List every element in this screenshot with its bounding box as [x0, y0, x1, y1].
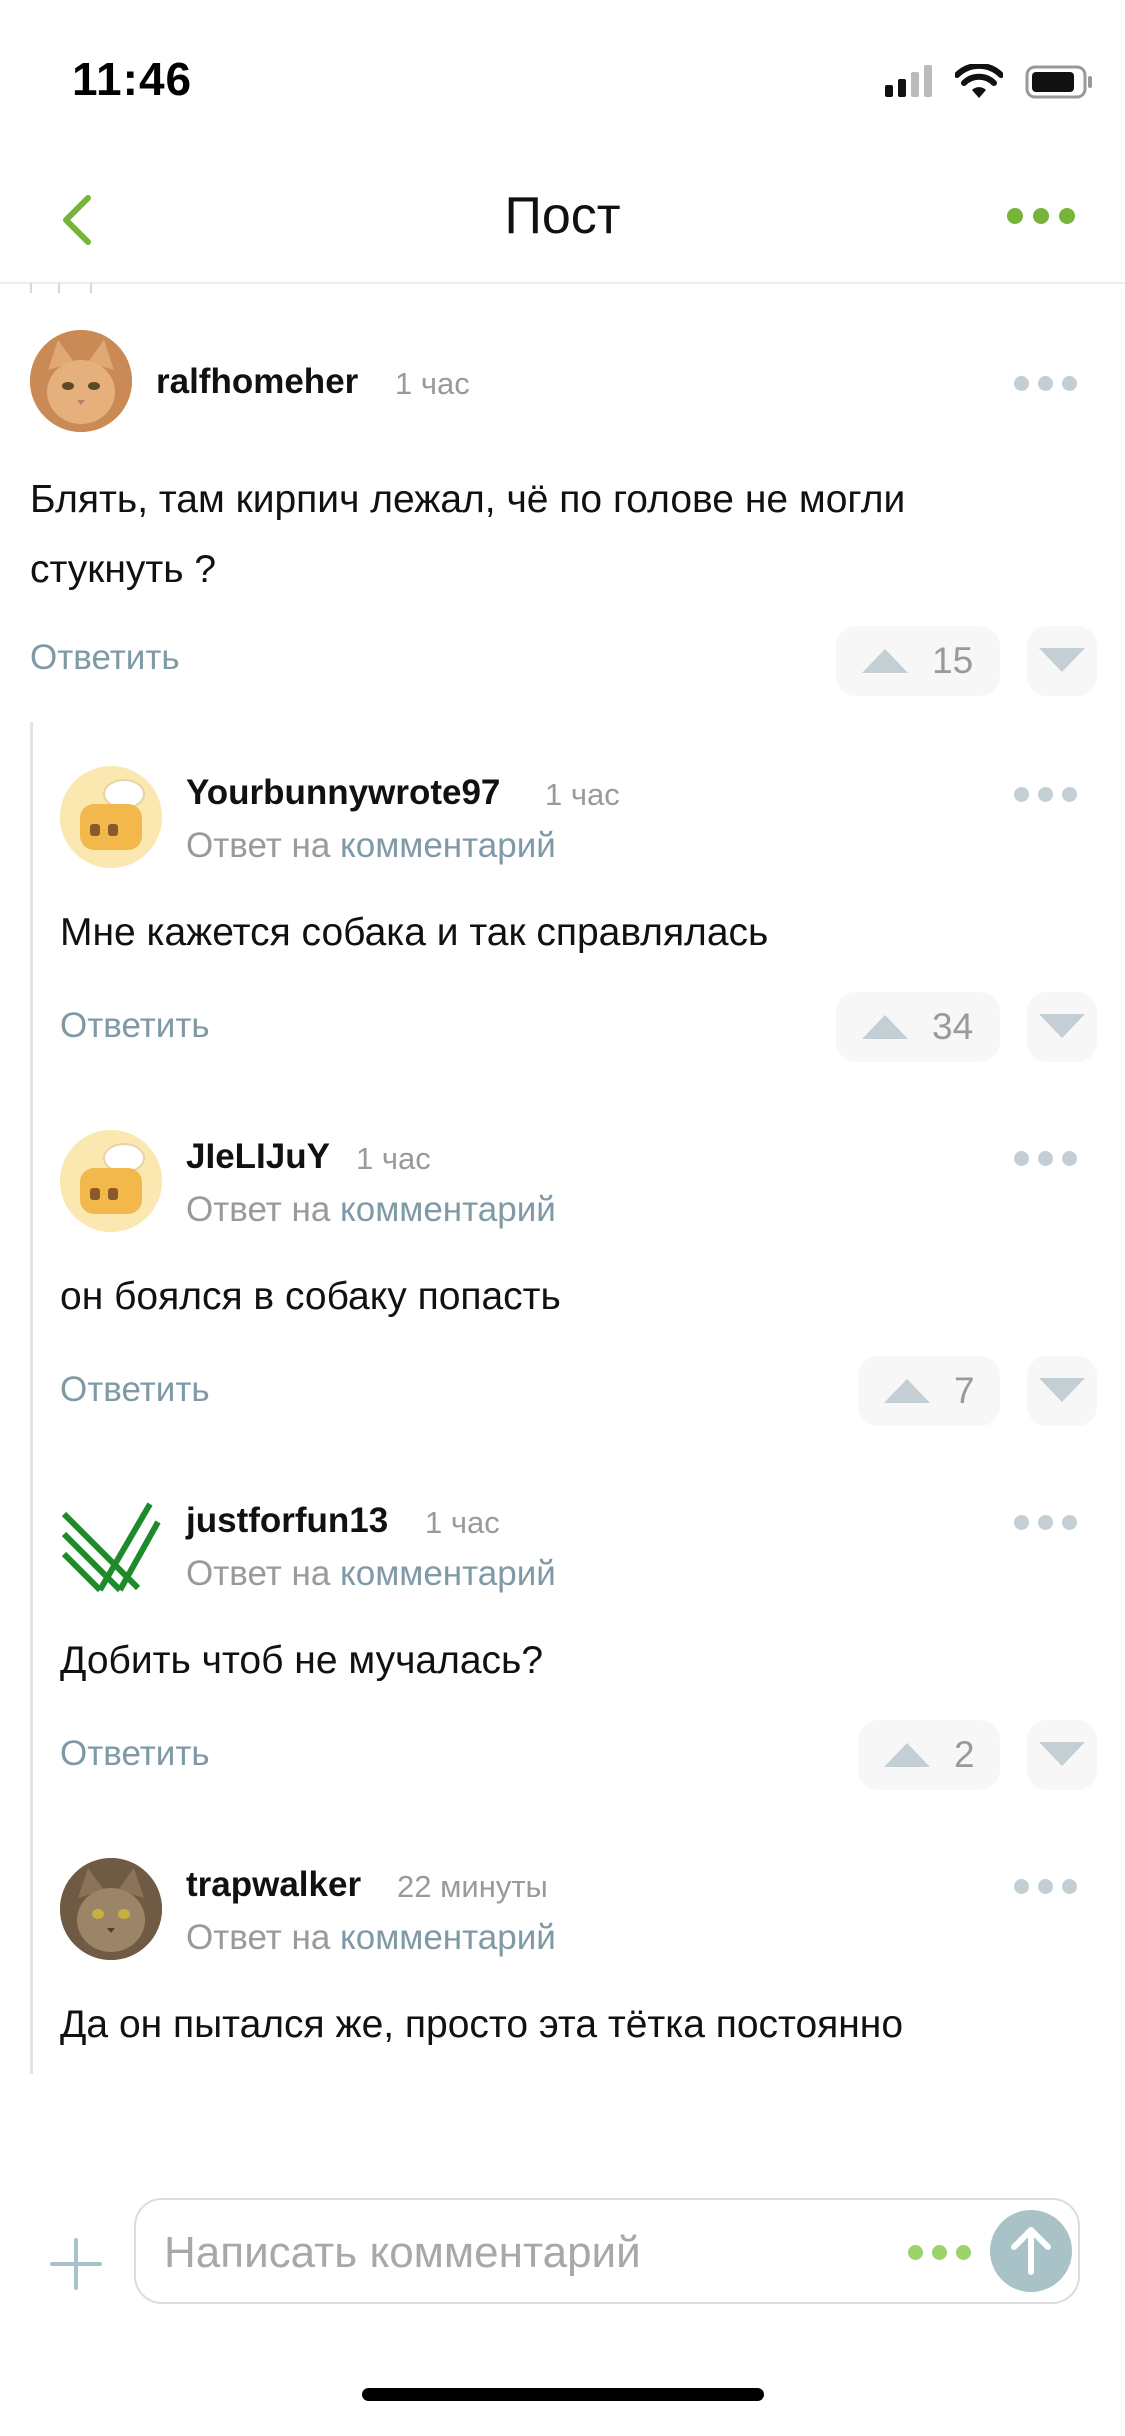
comment-input-box — [134, 2198, 1080, 2304]
vote-count: 15 — [932, 640, 974, 681]
username[interactable]: justforfun13 — [186, 1501, 388, 1541]
navigation-bar: Пост — [0, 150, 1125, 284]
thread-line-stub — [90, 283, 92, 293]
reply-to-prefix: Ответ на — [186, 1190, 331, 1229]
comment-text: Да он пытался же, просто эта тётка посто… — [60, 2003, 904, 2046]
comment-text: он боялся в собаку попасть — [60, 1275, 561, 1318]
comment: trapwalker 22 минуты Ответ на комментари… — [0, 1858, 1125, 2076]
upvote-icon[interactable] — [860, 1013, 910, 1041]
upvote-icon[interactable] — [860, 647, 910, 675]
battery-icon — [1025, 65, 1092, 99]
status-bar: 11:46 — [0, 0, 1125, 150]
comment-more-icon[interactable] — [1014, 1515, 1077, 1530]
page-title: Пост — [504, 187, 621, 245]
input-more-icon[interactable] — [908, 2245, 971, 2260]
reply-to-link[interactable]: комментарий — [340, 826, 556, 865]
reply-to-prefix: Ответ на — [186, 1554, 331, 1593]
comment-text: Добить чтоб не мучалась? — [60, 1639, 544, 1682]
downvote-icon — [1039, 1742, 1085, 1766]
nav-more-icon[interactable] — [1007, 208, 1075, 224]
comment-composer — [0, 2176, 1125, 2336]
reply-button[interactable]: Ответить — [30, 638, 180, 678]
comment-time: 1 час — [545, 777, 620, 812]
vote-count: 2 — [954, 1734, 975, 1775]
send-button[interactable] — [990, 2210, 1072, 2292]
upvote-icon[interactable] — [882, 1377, 932, 1405]
comment-more-icon[interactable] — [1014, 1879, 1077, 1894]
comment-more-icon[interactable] — [1014, 787, 1077, 802]
comment-time: 22 минуты — [397, 1869, 548, 1904]
username[interactable]: JIeLIJuY — [186, 1137, 330, 1177]
downvote-icon — [1039, 1014, 1085, 1038]
vote-box: 15 — [836, 626, 1000, 696]
comment-time: 1 час — [356, 1141, 431, 1176]
avatar[interactable] — [30, 330, 132, 432]
reply-to-prefix: Ответ на — [186, 1918, 331, 1957]
status-icons — [885, 62, 1095, 102]
upvote-icon[interactable] — [882, 1741, 932, 1769]
reply-to: Ответ на комментарий — [186, 1918, 556, 1958]
comment-text-line: Блять, там кирпич лежал, чё по голове не… — [30, 478, 906, 521]
downvote-button[interactable] — [1027, 1720, 1097, 1790]
cellular-signal-icon — [885, 65, 932, 97]
comment-text: Мне кажется собака и так справлялась — [60, 911, 769, 954]
thread-line-stub — [30, 283, 32, 293]
username[interactable]: trapwalker — [186, 1865, 361, 1905]
toaster-avatar-icon — [60, 766, 162, 868]
status-time: 11:46 — [72, 53, 193, 105]
reply-button[interactable]: Ответить — [60, 1370, 210, 1410]
cat-avatar-icon — [60, 1858, 162, 1960]
avatar[interactable] — [60, 1130, 162, 1232]
vote-count: 7 — [954, 1370, 975, 1411]
reply-to: Ответ на комментарий — [186, 1190, 556, 1230]
reply-to-prefix: Ответ на — [186, 826, 331, 865]
reply-to-link[interactable]: комментарий — [340, 1554, 556, 1593]
comment-time: 1 час — [425, 1505, 500, 1540]
downvote-button[interactable] — [1027, 626, 1097, 696]
username[interactable]: Yourbunnywrote97 — [186, 773, 500, 813]
reply-to: Ответ на комментарий — [186, 1554, 556, 1594]
plus-icon[interactable] — [50, 2238, 102, 2290]
downvote-button[interactable] — [1027, 1356, 1097, 1426]
toaster-avatar-icon — [60, 1130, 162, 1232]
comment-time: 1 час — [395, 366, 470, 401]
green-stripes-avatar-icon — [61, 1502, 161, 1593]
arrow-up-icon — [1011, 2227, 1051, 2275]
avatar[interactable] — [60, 1858, 162, 1960]
avatar[interactable] — [60, 1494, 162, 1596]
avatar[interactable] — [60, 766, 162, 868]
comment-text-line: стукнуть ? — [30, 548, 217, 591]
vote-box: 2 — [858, 1720, 1000, 1790]
comment-more-icon[interactable] — [1014, 1151, 1077, 1166]
wifi-icon — [955, 64, 1003, 98]
comment-text: Блять, там кирпич лежал, чё по голове не… — [30, 465, 905, 605]
reply-to: Ответ на комментарий — [186, 826, 556, 866]
username[interactable]: ralfhomeher — [156, 362, 358, 402]
downvote-icon — [1039, 648, 1085, 672]
thread-line-stub — [58, 283, 60, 293]
vote-box: 7 — [858, 1356, 1000, 1426]
reply-button[interactable]: Ответить — [60, 1006, 210, 1046]
reply-to-link[interactable]: комментарий — [340, 1918, 556, 1957]
vote-box: 34 — [836, 992, 1000, 1062]
reply-button[interactable]: Ответить — [60, 1734, 210, 1774]
cat-avatar-icon — [30, 330, 132, 432]
comment-input[interactable] — [162, 2224, 786, 2282]
downvote-icon — [1039, 1378, 1085, 1402]
downvote-button[interactable] — [1027, 992, 1097, 1062]
reply-to-link[interactable]: комментарий — [340, 1190, 556, 1229]
home-indicator[interactable] — [362, 2388, 764, 2401]
comment-more-icon[interactable] — [1014, 376, 1077, 391]
vote-count: 34 — [932, 1006, 974, 1047]
